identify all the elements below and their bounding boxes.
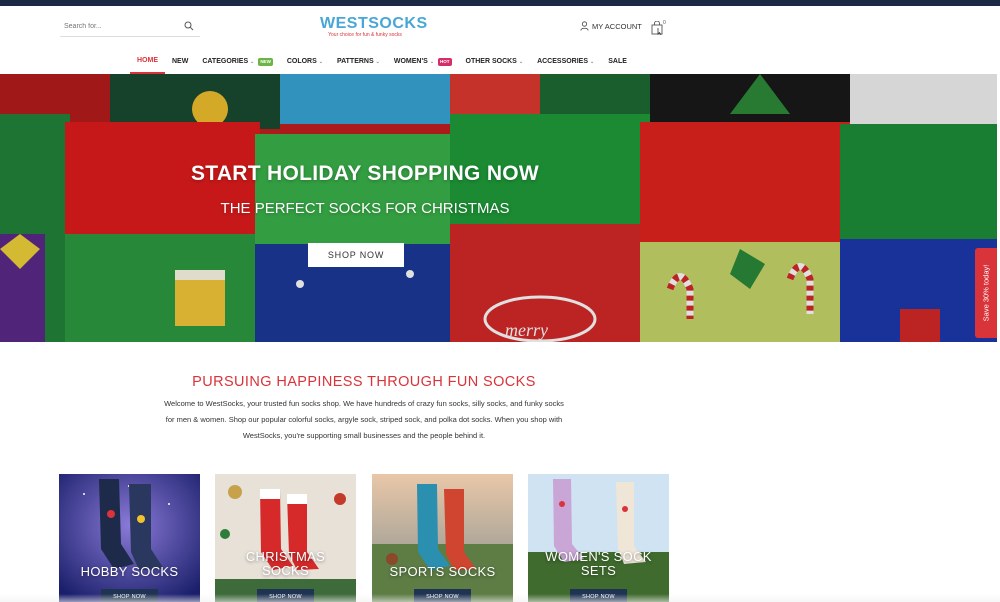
nav-label: ACCESSORIES (537, 58, 589, 65)
hero-subtitle: THE PERFECT SOCKS FOR CHRISTMAS (220, 200, 510, 217)
nav-label: CATEGORIES (202, 58, 249, 65)
top-accent-bar (0, 0, 1000, 6)
discount-side-tab-label: Save 30% today! (981, 264, 991, 322)
chevron-down-icon: ⌄ (250, 59, 255, 65)
category-card-christmas[interactable]: CHRISTMAS SOCKS SHOP NOW (215, 474, 356, 602)
category-title: HOBBY SOCKS (80, 564, 179, 579)
category-card-womens[interactable]: WOMEN'S SOCK SETS SHOP NOW (528, 474, 669, 602)
chevron-down-icon: ⌄ (429, 59, 435, 65)
nav-patterns[interactable]: PATTERNS ⌄ (330, 50, 387, 74)
nav-label: HOME (137, 57, 158, 64)
womens-sock-sets-image (528, 474, 669, 602)
hobby-socks-image (59, 474, 200, 602)
nav-label: SALE (608, 58, 627, 65)
category-card-hobby[interactable]: HOBBY SOCKS SHOP NOW (59, 474, 200, 602)
cart-count: 0 (663, 20, 666, 26)
christmas-socks-image (215, 474, 356, 602)
my-account-link[interactable]: MY ACCOUNT (580, 21, 642, 31)
logo-name: WESTSOCKS (320, 15, 428, 32)
nav-colors[interactable]: COLORS ⌄ (280, 50, 330, 74)
main-nav: HOME NEW CATEGORIES ⌄ NEW COLORS ⌄ PATTERNS… (0, 50, 1000, 74)
chevron-down-icon: ⌄ (590, 59, 595, 65)
nav-categories[interactable]: CATEGORIES ⌄ NEW (195, 50, 279, 74)
nav-label: WOMEN'S (393, 58, 428, 65)
nav-label: NEW (172, 58, 189, 65)
nav-other-socks[interactable]: OTHER SOCKS ⌄ (459, 50, 531, 74)
search-box[interactable] (60, 17, 200, 37)
nav-new[interactable]: NEW (165, 50, 195, 74)
shopping-bag-icon (651, 20, 663, 36)
hot-badge: HOT (438, 58, 452, 66)
category-title: CHRISTMAS SOCKS (245, 549, 326, 578)
logo-tagline: Your choice for fun & funky socks (328, 32, 402, 38)
chevron-down-icon: ⌄ (375, 59, 380, 65)
chevron-down-icon: ⌄ (518, 59, 524, 65)
cart-button[interactable]: 0 (651, 20, 669, 39)
nav-accessories[interactable]: ACCESSORIES ⌄ (530, 50, 601, 74)
category-title: SPORTS SOCKS (389, 564, 496, 579)
hero-banner[interactable]: merry START HOLIDAY SHOPPING NOW THE PER… (0, 74, 997, 342)
search-icon[interactable] (184, 21, 194, 31)
intro-text: Welcome to WestSocks, your trusted fun s… (164, 399, 564, 440)
hero-shop-now-button[interactable]: SHOP NOW (308, 243, 404, 267)
hero-title: START HOLIDAY SHOPPING NOW (190, 162, 540, 185)
intro-title: PURSUING HAPPINESS THROUGH FUN SOCKS (192, 374, 536, 390)
chevron-down-icon: ⌄ (318, 59, 323, 65)
search-input[interactable] (60, 23, 180, 30)
sports-socks-image (372, 474, 513, 602)
nav-label: COLORS (286, 58, 317, 65)
nav-womens[interactable]: WOMEN'S ⌄ HOT (387, 50, 459, 74)
nav-sale[interactable]: SALE (601, 50, 634, 74)
my-account-label: MY ACCOUNT (592, 21, 642, 31)
nav-label: OTHER SOCKS (465, 58, 517, 65)
nav-label: PATTERNS (336, 58, 374, 65)
bottom-fade (0, 594, 1000, 602)
nav-home[interactable]: HOME (130, 50, 165, 74)
site-logo[interactable]: WESTSOCKS Your choice for fun & funky so… (320, 15, 428, 39)
category-title: WOMEN'S SOCK SETS (545, 549, 652, 578)
category-card-sports[interactable]: SPORTS SOCKS SHOP NOW (372, 474, 513, 602)
new-badge: NEW (258, 58, 273, 66)
user-icon (580, 21, 589, 31)
discount-side-tab[interactable]: Save 30% today! (975, 248, 997, 338)
